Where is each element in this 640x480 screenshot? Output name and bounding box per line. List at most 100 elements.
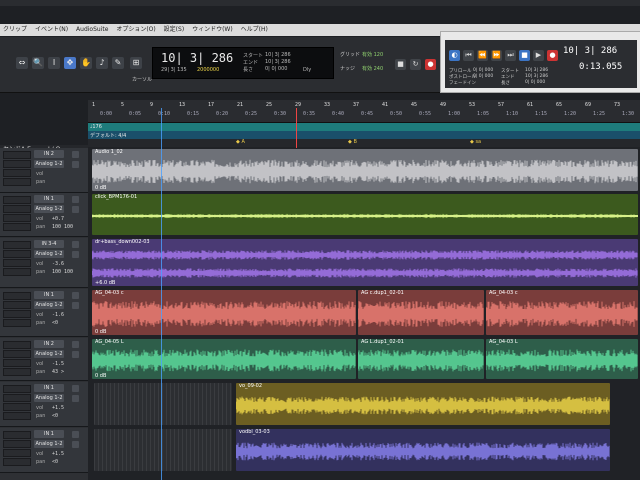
tempo-ruler[interactable]: ♩176 bbox=[88, 123, 640, 131]
audio-clip[interactable]: AG c.dup1_02-01 bbox=[358, 290, 484, 335]
track-header[interactable]: IN 2 Analog 1-2 vol -1.5 pan 43 > bbox=[0, 338, 88, 381]
insert-slot[interactable] bbox=[3, 359, 31, 367]
insert-slot[interactable] bbox=[3, 169, 31, 177]
output-selector[interactable]: Analog 1-2 bbox=[34, 440, 64, 448]
record-icon[interactable]: ● bbox=[547, 50, 558, 61]
menu-item-event[interactable]: イベント(N) bbox=[35, 26, 68, 33]
send-slot[interactable] bbox=[72, 351, 79, 358]
input-selector[interactable]: IN 1 bbox=[34, 291, 64, 299]
insert-slot[interactable] bbox=[3, 223, 31, 231]
menu-item-setup[interactable]: 設定(S) bbox=[164, 26, 185, 33]
input-selector[interactable]: IN 3-4 bbox=[34, 240, 64, 248]
track-header[interactable]: IN 2 Analog 1-2 vol pan bbox=[0, 148, 88, 193]
pencil-tool-icon[interactable]: ✎ bbox=[112, 57, 124, 69]
insert-slot[interactable] bbox=[3, 160, 31, 168]
volume-value[interactable]: -1.6 bbox=[52, 312, 64, 318]
insert-slot[interactable] bbox=[3, 350, 31, 358]
hand-tool-icon[interactable]: ✋ bbox=[80, 57, 92, 69]
send-slot[interactable] bbox=[72, 292, 79, 299]
insert-slot[interactable] bbox=[3, 319, 31, 327]
nudge-value[interactable]: 有効 240 bbox=[362, 65, 383, 72]
stop-button[interactable]: ■ bbox=[395, 59, 406, 70]
empty-region[interactable] bbox=[94, 429, 232, 471]
volume-value[interactable]: +1.5 bbox=[52, 405, 64, 411]
online-icon[interactable]: ◐ bbox=[449, 50, 460, 61]
marker-b[interactable]: ◆ B bbox=[348, 139, 357, 145]
send-slot[interactable] bbox=[72, 431, 79, 438]
insert-slot[interactable] bbox=[3, 458, 31, 466]
fast-forward-icon[interactable]: ⏩ bbox=[491, 50, 502, 61]
rewind-icon[interactable]: ⏪ bbox=[477, 50, 488, 61]
insert-slot[interactable] bbox=[3, 449, 31, 457]
menu-item-options[interactable]: オプション(O) bbox=[116, 26, 155, 33]
menu-item-window[interactable]: ウィンドウ(W) bbox=[192, 26, 233, 33]
pan-value[interactable]: <0 bbox=[52, 413, 58, 419]
timeline-ruler[interactable]: 1 0:00 5 0:05 9 0:10 13 0:15 17 0:20 21 0:25 25 0:30 2… bbox=[88, 100, 640, 123]
output-selector[interactable]: Analog 1-2 bbox=[34, 250, 64, 258]
go-to-end-icon[interactable]: ⏭ bbox=[505, 50, 516, 61]
selector-tool-icon[interactable]: I bbox=[48, 57, 60, 69]
playhead-cursor[interactable] bbox=[161, 108, 162, 480]
record-enable-button[interactable]: ● bbox=[425, 59, 436, 70]
insert-slot[interactable] bbox=[3, 292, 31, 300]
insert-slot[interactable] bbox=[3, 310, 31, 318]
insert-slot[interactable] bbox=[3, 241, 31, 249]
volume-value[interactable]: -3.6 bbox=[52, 261, 64, 267]
insert-slot[interactable] bbox=[3, 385, 31, 393]
insert-slot[interactable] bbox=[3, 259, 31, 267]
volume-value[interactable]: +0.7 bbox=[52, 216, 64, 222]
audio-clip[interactable]: AG_04-05 L 0 dB bbox=[92, 339, 356, 379]
preroll-value[interactable]: 0| 0| 000 bbox=[473, 68, 493, 73]
send-slot[interactable] bbox=[72, 151, 79, 158]
send-slot[interactable] bbox=[72, 341, 79, 348]
insert-slot[interactable] bbox=[3, 431, 31, 439]
menu-item-clip[interactable]: クリップ bbox=[3, 26, 27, 33]
track-header[interactable]: IN 1 Analog 1-2 vol -1.6 pan <0 bbox=[0, 289, 88, 337]
menu-item-help[interactable]: ヘルプ(H) bbox=[241, 26, 268, 33]
insert-slot[interactable] bbox=[3, 440, 31, 448]
audio-clip[interactable]: dr+bass_down002-03 +6.0 dB bbox=[92, 239, 638, 286]
output-selector[interactable]: Analog 1-2 bbox=[34, 350, 64, 358]
insert-slot[interactable] bbox=[3, 412, 31, 420]
trim-tool-icon[interactable]: ⇔ bbox=[16, 57, 28, 69]
send-slot[interactable] bbox=[72, 161, 79, 168]
insert-slot[interactable] bbox=[3, 250, 31, 258]
audio-clip[interactable]: AG_04-03 L bbox=[486, 339, 638, 379]
pan-value[interactable]: <0 bbox=[52, 320, 58, 326]
send-slot[interactable] bbox=[72, 251, 79, 258]
insert-slot[interactable] bbox=[3, 341, 31, 349]
output-selector[interactable]: Analog 1-2 bbox=[34, 205, 64, 213]
length-value[interactable]: 0| 0| 000 bbox=[265, 66, 287, 72]
pan-value[interactable]: 100 100 bbox=[52, 269, 73, 275]
stop-icon[interactable]: ■ bbox=[519, 50, 530, 61]
marker-a[interactable]: ◆ A bbox=[236, 139, 245, 145]
grabber-tool-icon[interactable]: ✥ bbox=[64, 57, 76, 69]
pan-value[interactable]: <0 bbox=[52, 459, 58, 465]
tp-length-value[interactable]: 0| 0| 000 bbox=[525, 80, 545, 85]
input-selector[interactable]: IN 1 bbox=[34, 384, 64, 392]
send-slot[interactable] bbox=[72, 302, 79, 309]
track-header[interactable]: IN 1 Analog 1-2 vol +1.5 pan <0 bbox=[0, 382, 88, 427]
empty-region[interactable] bbox=[94, 383, 232, 425]
rewind-to-start-icon[interactable]: ⏮ bbox=[463, 50, 474, 61]
input-selector[interactable]: IN 1 bbox=[34, 195, 64, 203]
insert-slot[interactable] bbox=[3, 368, 31, 376]
end-value[interactable]: 10| 3| 286 bbox=[265, 59, 291, 65]
smart-tool-icon[interactable]: ⊞ bbox=[130, 57, 142, 69]
postroll-value[interactable]: 0| 0| 000 bbox=[473, 74, 493, 79]
audio-clip[interactable]: AG_04-03 c 0 dB bbox=[92, 290, 356, 335]
marker-ruler[interactable] bbox=[88, 139, 640, 147]
marker-sa[interactable]: ◆ sa bbox=[470, 139, 481, 145]
send-slot[interactable] bbox=[72, 241, 79, 248]
send-slot[interactable] bbox=[72, 385, 79, 392]
scrubber-tool-icon[interactable]: ♪ bbox=[96, 57, 108, 69]
insert-slot[interactable] bbox=[3, 403, 31, 411]
send-slot[interactable] bbox=[72, 196, 79, 203]
insert-slot[interactable] bbox=[3, 394, 31, 402]
tp-start-value[interactable]: 10| 3| 286 bbox=[525, 68, 548, 73]
audio-clip[interactable]: AG_04-03 c bbox=[486, 290, 638, 335]
grid-value[interactable]: 有効 120 bbox=[362, 51, 383, 58]
input-selector[interactable]: IN 2 bbox=[34, 340, 64, 348]
send-slot[interactable] bbox=[72, 395, 79, 402]
output-selector[interactable]: Analog 1-2 bbox=[34, 394, 64, 402]
